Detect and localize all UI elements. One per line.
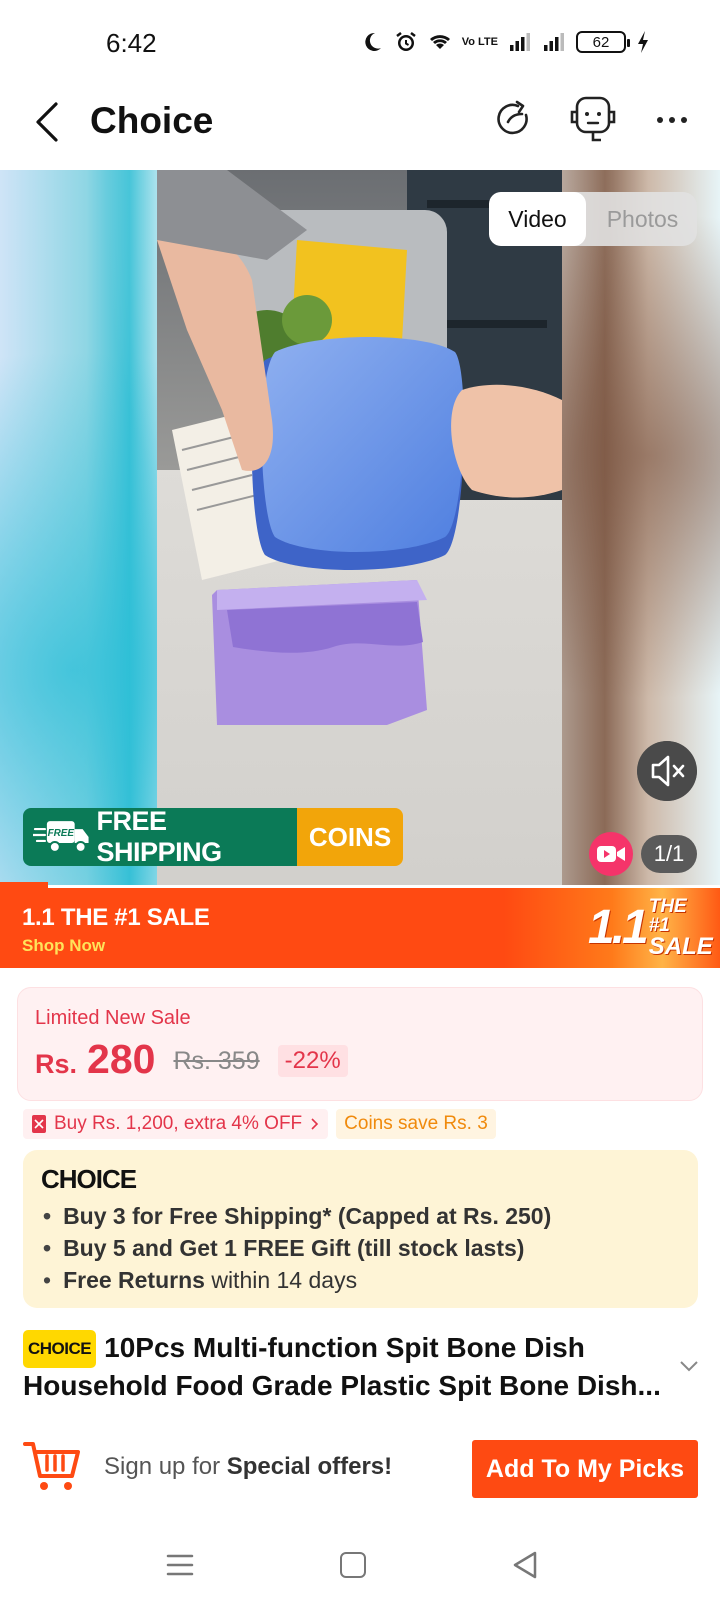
- system-nav-bar: [0, 1530, 720, 1600]
- wifi-icon: [429, 35, 450, 49]
- product-title-line1: 10Pcs Multi-function Spit Bone Dish: [104, 1332, 585, 1363]
- product-video[interactable]: [157, 170, 562, 885]
- coupon-icon: [32, 1115, 46, 1133]
- recents-menu-icon[interactable]: [166, 1552, 194, 1578]
- share-icon[interactable]: [492, 98, 534, 140]
- video-camera-icon[interactable]: [589, 832, 633, 876]
- sale-banner-notch: [0, 882, 48, 888]
- original-price: Rs. 359: [173, 1047, 260, 1075]
- back-arrow-icon[interactable]: [26, 96, 70, 148]
- price-currency: Rs.: [35, 1049, 78, 1079]
- status-bar: 6:42 Vo LTE 62: [0, 0, 720, 90]
- choice-logo: CHOICE: [41, 1164, 137, 1194]
- free-shipping-label: FREE SHIPPING: [96, 808, 223, 866]
- moon-icon: [365, 32, 381, 51]
- promo-row: Buy Rs. 1,200, extra 4% OFF Coins save R…: [23, 1109, 496, 1139]
- video-camera-glyph: [597, 846, 625, 862]
- benefit-item: Buy 3 for Free Shipping* (Capped at Rs. …: [43, 1200, 551, 1232]
- alarm-icon: [395, 32, 416, 51]
- signup-prefix: Sign up for: [104, 1453, 227, 1480]
- choice-badge: CHOICE: [23, 1330, 97, 1368]
- battery-icon: 62: [576, 31, 630, 53]
- limited-sale-label: Limited New Sale: [35, 1007, 191, 1029]
- chevron-down-icon[interactable]: [678, 1358, 700, 1374]
- benefit-bold-text: Free Returns: [63, 1267, 205, 1293]
- home-icon[interactable]: [340, 1552, 366, 1578]
- offer-text: Buy Rs. 1,200, extra 4% OFF: [54, 1113, 303, 1134]
- price-value: 280: [87, 1036, 156, 1082]
- signup-bold: Special offers!: [226, 1453, 393, 1480]
- add-to-picks-button[interactable]: Add To My Picks: [472, 1440, 698, 1498]
- product-media[interactable]: Video Photos FREE FREE SHIPPING COINS 1/…: [0, 170, 720, 885]
- signal-icon-2: [544, 33, 564, 51]
- status-time: 6:42: [106, 28, 157, 58]
- video-frame-image: [157, 170, 562, 885]
- choice-benefits[interactable]: CHOICE Buy 3 for Free Shipping* (Capped …: [23, 1150, 698, 1308]
- sale-logo: 1.1 THE #1 SALE: [588, 896, 713, 960]
- media-counter: 1/1: [641, 835, 697, 873]
- delivery-truck-icon: FREE: [33, 821, 89, 853]
- signup-prompt[interactable]: Sign up for Special offers!: [104, 1453, 392, 1481]
- coins-label: COINS: [297, 808, 403, 866]
- action-bar: Sign up for Special offers! Add To My Pi…: [0, 1430, 720, 1530]
- coins-chip: Coins save Rs. 3: [336, 1109, 496, 1139]
- free-shipping-section: FREE FREE SHIPPING: [23, 808, 297, 866]
- tab-photos[interactable]: Photos: [590, 192, 695, 246]
- sale-title: 1.1 THE #1 SALE: [22, 904, 210, 931]
- cart-icon[interactable]: [23, 1438, 81, 1494]
- shop-now-link[interactable]: Shop Now: [22, 936, 105, 956]
- discount-badge: -22%: [277, 1044, 348, 1077]
- volte-icon: Vo LTE: [461, 35, 498, 48]
- page-title: Choice: [90, 100, 214, 141]
- chevron-right-icon: [311, 1118, 319, 1130]
- customer-service-icon[interactable]: [566, 94, 620, 144]
- sale-logo-line1: THE #1: [648, 896, 687, 936]
- product-title-line2: Household Food Grade Plastic Spit Bone D…: [23, 1370, 661, 1401]
- free-tag-text: FREE: [48, 828, 75, 839]
- benefit-item: Free Returns within 14 days: [43, 1264, 551, 1296]
- status-icons: Vo LTE 62: [360, 30, 650, 54]
- signal-icon: [510, 33, 530, 51]
- benefit-item: Buy 5 and Get 1 FREE Gift (till stock la…: [43, 1232, 551, 1264]
- system-back-icon[interactable]: [512, 1550, 538, 1580]
- more-options-icon[interactable]: [652, 100, 692, 140]
- media-toggle: Video Photos: [489, 192, 697, 246]
- charging-icon: [638, 31, 648, 53]
- product-title[interactable]: CHOICE 10Pcs Multi-function Spit Bone Dis…: [23, 1330, 668, 1404]
- benefit-rest-text: within 14 days: [204, 1267, 358, 1293]
- mute-icon[interactable]: [637, 741, 697, 801]
- choice-benefits-list: Buy 3 for Free Shipping* (Capped at Rs. …: [43, 1200, 551, 1296]
- sale-logo-line2: SALE: [648, 933, 713, 960]
- sale-logo-text: THE #1 SALE: [646, 897, 713, 959]
- sale-logo-number: 1.1: [588, 901, 649, 954]
- free-shipping-banner: FREE FREE SHIPPING COINS: [23, 808, 403, 866]
- top-nav: Choice: [0, 90, 720, 170]
- sale-banner[interactable]: 1.1 THE #1 SALE Shop Now 1.1 THE #1 SALE: [0, 882, 720, 968]
- price-row: Rs. 280 Rs. 359 -22%: [35, 1036, 348, 1083]
- offer-chip[interactable]: Buy Rs. 1,200, extra 4% OFF: [23, 1109, 329, 1139]
- tab-video[interactable]: Video: [489, 192, 586, 246]
- price-card: Limited New Sale Rs. 280 Rs. 359 -22%: [17, 987, 703, 1101]
